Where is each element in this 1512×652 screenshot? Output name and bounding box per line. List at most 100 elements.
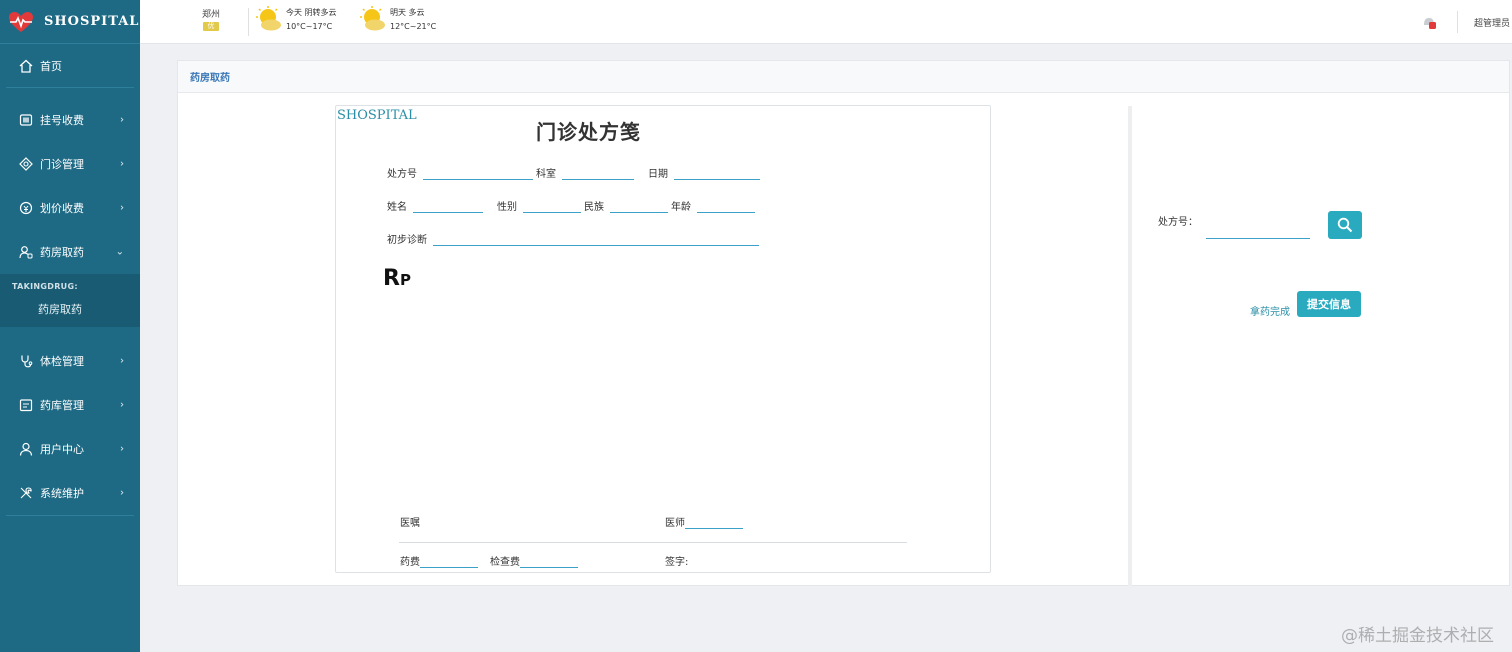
chevron-down-icon: ⌄ xyxy=(115,246,124,258)
today-label: 今天 xyxy=(286,8,302,17)
weather-city: 郑州 优 xyxy=(202,7,220,31)
weather-today: 今天 阴转多云 10°C~17°C xyxy=(256,6,337,34)
chevron-right-icon: › xyxy=(120,487,124,499)
chevron-right-icon: › xyxy=(120,355,124,367)
panel-header: 药房取药 xyxy=(178,61,1509,93)
sidebar-item-label: 药房取药 xyxy=(40,246,84,259)
admin-user-menu[interactable]: 超管理员 xyxy=(1474,16,1512,29)
topbar-right: 超管理员 xyxy=(1421,0,1512,44)
dept-field[interactable] xyxy=(562,166,634,180)
diagnosis-label: 初步诊断 xyxy=(387,235,427,246)
advice-label: 医嘱 xyxy=(400,518,420,529)
warehouse-icon xyxy=(18,397,34,413)
gender-label: 性别 xyxy=(497,202,517,213)
ethnicity-field[interactable] xyxy=(610,199,668,213)
chevron-right-icon: › xyxy=(120,399,124,411)
logo[interactable]: SHOSPITAL xyxy=(0,0,140,44)
ethnicity-label: 民族 xyxy=(584,202,604,213)
sidebar-item-label: 系统维护 xyxy=(40,487,84,500)
doctor-label: 医师 xyxy=(665,518,685,529)
search-icon xyxy=(1337,217,1353,233)
sidebar-item-pricing[interactable]: 划价收费 › xyxy=(0,186,140,230)
rx-no-label: 处方号 xyxy=(387,169,417,180)
diagnosis-field[interactable] xyxy=(433,232,759,246)
rp-main: R xyxy=(383,266,400,291)
gender-field[interactable] xyxy=(523,199,581,213)
search-button[interactable] xyxy=(1328,211,1362,239)
today-temp: 10°C~17°C xyxy=(286,22,333,31)
row-doctor: 医师 xyxy=(665,514,743,529)
chevron-right-icon: › xyxy=(120,202,124,214)
chevron-right-icon: › xyxy=(120,114,124,126)
sidebar-item-registration[interactable]: 挂号收费 › xyxy=(0,98,140,142)
user-icon xyxy=(18,441,34,457)
dept-label: 科室 xyxy=(536,169,556,180)
main-panel: 药房取药 SHOSPITAL 门诊处方笺 处方号 科室 日期 姓名 性别 民族 … xyxy=(177,60,1510,586)
drug-taken-link[interactable]: 拿药完成 xyxy=(1250,303,1290,318)
tools-icon xyxy=(18,485,34,501)
sidebar-item-outpatient[interactable]: 门诊管理 › xyxy=(0,142,140,186)
drug-fee-field[interactable] xyxy=(420,554,478,568)
partly-cloudy-icon xyxy=(360,6,385,31)
app-name: SHOSPITAL xyxy=(44,14,140,29)
rp-sub: P xyxy=(399,271,411,289)
row-rx-dept-date: 处方号 科室 日期 xyxy=(387,165,760,180)
pharmacist-icon xyxy=(18,244,34,260)
exam-fee-field[interactable] xyxy=(520,554,578,568)
sidebar-divider xyxy=(6,515,134,516)
row-patient-info: 姓名 性别 民族 年龄 xyxy=(387,198,755,213)
sidebar-item-home[interactable]: 首页 xyxy=(6,44,134,88)
stethoscope-icon xyxy=(18,353,34,369)
age-label: 年龄 xyxy=(671,202,691,213)
sidebar-item-label: 划价收费 xyxy=(40,202,84,215)
sidebar-item-label: 体检管理 xyxy=(40,355,84,368)
heartbeat-logo-icon xyxy=(9,11,33,32)
row-diagnosis: 初步诊断 xyxy=(387,231,759,246)
sidebar-item-warehouse[interactable]: 药库管理 › xyxy=(0,383,140,427)
air-quality-badge: 优 xyxy=(203,22,219,31)
chevron-right-icon: › xyxy=(120,443,124,455)
signature-label: 签字: xyxy=(665,557,689,568)
notification-icon[interactable] xyxy=(1421,14,1437,30)
card-icon xyxy=(18,112,34,128)
sidebar-item-label: 首页 xyxy=(40,59,62,73)
rx-no-field[interactable] xyxy=(423,166,533,180)
exam-fee-label: 检查费 xyxy=(490,557,520,568)
sidebar-item-label: 挂号收费 xyxy=(40,114,84,127)
submenu-heading: TAKINGDRUG: xyxy=(12,282,78,291)
sidebar-item-checkup[interactable]: 体检管理 › xyxy=(0,339,140,383)
partly-cloudy-icon xyxy=(256,6,281,31)
sidebar-item-label: 门诊管理 xyxy=(40,158,84,171)
tomorrow-condition: 多云 xyxy=(408,8,425,17)
age-field[interactable] xyxy=(697,199,755,213)
watermark: @稀土掘金技术社区 xyxy=(1341,626,1494,646)
city-name: 郑州 xyxy=(202,10,221,20)
prescription-brand: SHOSPITAL xyxy=(337,108,417,123)
rx-search-input[interactable] xyxy=(1206,221,1310,239)
row-fees: 药费 检查费 xyxy=(400,553,578,568)
doctor-field[interactable] xyxy=(685,515,743,529)
submenu-item-taking-drug[interactable]: 药房取药 xyxy=(0,291,140,321)
diamond-icon xyxy=(18,156,34,172)
date-label: 日期 xyxy=(648,169,668,180)
sidebar-item-pharmacy[interactable]: 药房取药 ⌄ xyxy=(0,230,140,274)
sidebar-item-label: 用户中心 xyxy=(40,443,84,456)
row-signature: 签字: xyxy=(665,553,688,568)
sidebar-item-system[interactable]: 系统维护 › xyxy=(0,471,140,515)
sidebar: SHOSPITAL 首页 挂号收费 › 门诊管理 › 划价收费 › 药房取药 ⌄ xyxy=(0,0,140,652)
panel-title: 药房取药 xyxy=(190,73,230,84)
submenu-pharmacy: TAKINGDRUG: 药房取药 xyxy=(0,274,140,327)
resize-divider[interactable] xyxy=(1128,106,1132,586)
prescription-divider xyxy=(399,542,907,543)
sidebar-item-user-center[interactable]: 用户中心 › xyxy=(0,427,140,471)
topbar: 郑州 优 今天 阴转多云 10°C~17°C 明天 多云 12°C~21°C 超 xyxy=(140,0,1512,44)
name-field[interactable] xyxy=(413,199,483,213)
tomorrow-temp: 12°C~21°C xyxy=(390,22,437,31)
submit-button[interactable]: 提交信息 xyxy=(1297,291,1361,317)
row-advice: 医嘱 xyxy=(400,514,420,529)
prescription-form: SHOSPITAL 门诊处方笺 处方号 科室 日期 姓名 性别 民族 年龄 初步… xyxy=(335,105,991,573)
drug-fee-label: 药费 xyxy=(400,557,420,568)
weather-tomorrow: 明天 多云 12°C~21°C xyxy=(360,6,436,34)
date-field[interactable] xyxy=(674,166,760,180)
weather-divider xyxy=(248,8,249,36)
